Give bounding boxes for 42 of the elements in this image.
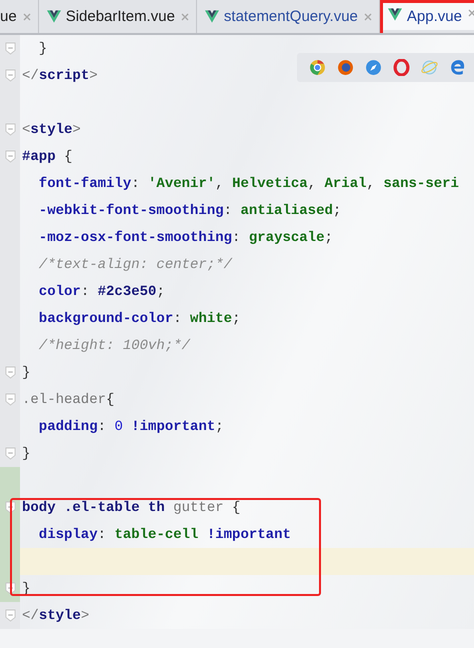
code-line: #app { — [22, 148, 72, 164]
code-line: /*height: 100vh;*/ — [38, 338, 190, 354]
file-tab[interactable]: statementQuery.vue — [196, 0, 380, 33]
tab-label: SidebarItem.vue — [66, 8, 175, 25]
fold-marker-icon[interactable] — [4, 366, 16, 379]
vue-logo-icon — [204, 10, 219, 23]
fold-marker-icon[interactable] — [4, 150, 16, 163]
file-tab[interactable]: ue — [0, 0, 39, 33]
code-line: font-family: 'Avenir', Helvetica, Arial, sans-seri — [38, 176, 459, 192]
file-tab[interactable]: SidebarItem.vue — [38, 0, 197, 33]
vue-logo-icon — [46, 10, 61, 23]
tab-label: ue — [0, 8, 17, 25]
close-icon[interactable] — [22, 12, 32, 22]
code-line: } — [22, 446, 30, 462]
code-line: <style> — [22, 122, 81, 138]
fold-marker-icon[interactable] — [4, 609, 16, 622]
code-line: display: table-cell !important — [38, 526, 291, 542]
close-icon[interactable] — [180, 12, 190, 22]
code-line: background-color: white; — [38, 310, 240, 326]
code-line: color: #2c3e50; — [38, 284, 165, 300]
code-line: padding: 0 !important; — [38, 418, 224, 434]
close-icon[interactable] — [466, 8, 474, 18]
code-line: </style> — [22, 608, 90, 624]
close-icon[interactable] — [362, 12, 373, 22]
tab-label: App.vue — [406, 8, 462, 25]
globe-icon[interactable] — [421, 59, 438, 76]
code-line: } — [22, 364, 30, 380]
code-line: .el-header{ — [22, 392, 114, 408]
vue-logo-icon — [388, 8, 402, 21]
compass-icon[interactable] — [365, 59, 382, 76]
fold-marker-icon[interactable] — [4, 123, 16, 136]
code-line: body .el-table th gutter { — [22, 500, 240, 516]
code-line: </script> — [22, 68, 98, 84]
code-line: -moz-osx-font-smoothing: grayscale; — [38, 230, 333, 246]
code-line: -webkit-font-smoothing: antialiased; — [38, 202, 342, 218]
fold-marker-icon[interactable] — [4, 69, 16, 82]
fold-marker-icon[interactable] — [4, 42, 16, 55]
code-line: } — [38, 40, 48, 56]
fold-marker-icon[interactable] — [4, 447, 16, 460]
fold-marker-icon[interactable] — [4, 393, 16, 406]
code-line: /*text-align: center;*/ — [38, 256, 232, 272]
tab-label: statementQuery.vue — [224, 8, 358, 25]
